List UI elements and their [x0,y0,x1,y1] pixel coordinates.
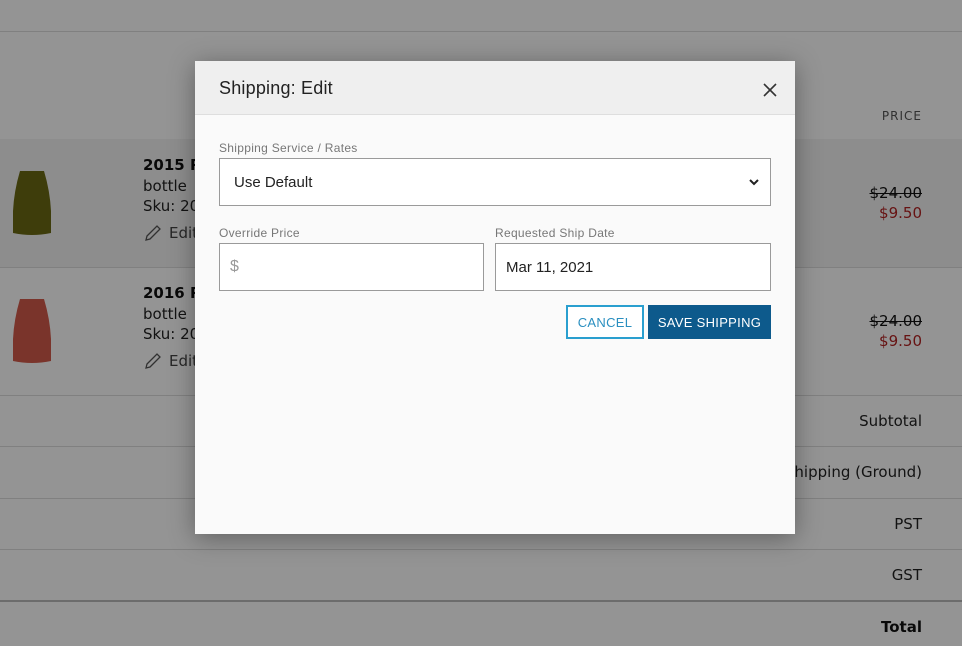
shipping-service-value: Use Default [234,173,313,191]
modal-title: Shipping: Edit [219,78,333,98]
modal-header: Shipping: Edit [195,61,795,115]
save-shipping-button[interactable]: SAVE SHIPPING [648,305,771,339]
requested-ship-date-field[interactable]: Mar 11, 2021 [495,243,771,291]
currency-symbol: $ [230,258,239,275]
shipping-service-select[interactable]: Use Default [219,158,771,206]
cancel-button[interactable]: CANCEL [566,305,644,339]
requested-ship-date-value: Mar 11, 2021 [506,258,594,276]
chevron-down-icon [749,179,759,186]
requested-ship-date-label: Requested Ship Date [495,226,615,240]
shipping-edit-modal: Shipping: Edit Shipping Service / Rates … [195,61,795,534]
override-price-input[interactable] [244,258,445,276]
shipping-service-label: Shipping Service / Rates [219,141,358,155]
close-icon[interactable] [761,81,779,99]
override-price-label: Override Price [219,226,300,240]
override-price-field[interactable]: $ [219,243,484,291]
